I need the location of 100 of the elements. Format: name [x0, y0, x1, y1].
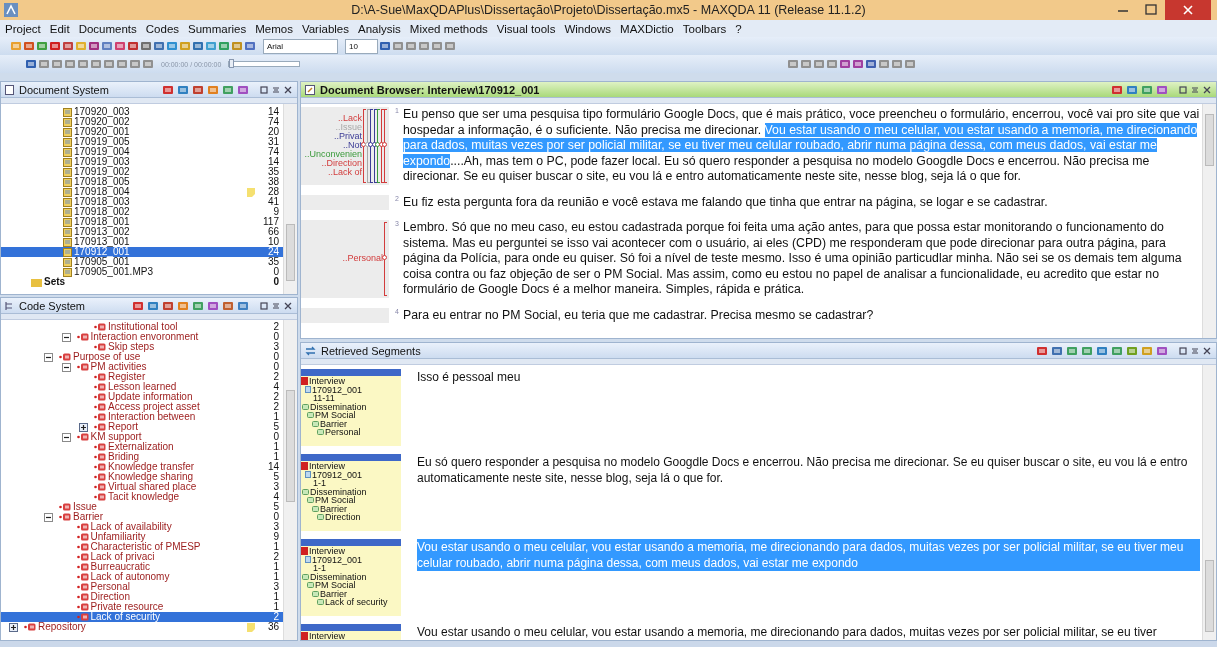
menu-item[interactable]: Windows	[563, 22, 613, 35]
code-stripe[interactable]	[373, 109, 377, 183]
tree-item[interactable]: Interaction envoronment 0	[1, 332, 283, 342]
toolbar-icon[interactable]	[142, 58, 154, 70]
tree-item[interactable]: 170905_001.MP3 0	[1, 267, 283, 277]
toolbar-icon[interactable]	[205, 40, 217, 52]
toolbar-icon[interactable]	[166, 40, 178, 52]
float-icon[interactable]	[260, 301, 268, 310]
tree-item[interactable]: 170918_001 117	[1, 217, 283, 227]
toolbar-icon[interactable]	[38, 58, 50, 70]
toolbar-icon[interactable]	[1126, 344, 1138, 357]
menu-item[interactable]: Toolbars	[681, 22, 728, 35]
tree-item[interactable]: 170918_003 41	[1, 197, 283, 207]
tree-item[interactable]: 170920_003 14	[1, 107, 283, 117]
menu-item[interactable]: MAXDictio	[619, 22, 675, 35]
toolbar-icon[interactable]	[405, 40, 417, 52]
toolbar-icon[interactable]	[90, 58, 102, 70]
font-field[interactable]: Arial	[263, 38, 338, 54]
position-slider[interactable]	[228, 61, 301, 67]
toolbar-icon[interactable]	[222, 299, 234, 312]
toolbar-icon[interactable]	[813, 58, 825, 70]
pin-icon[interactable]	[1191, 346, 1199, 355]
menu-item[interactable]: Memos	[254, 22, 294, 35]
tree-item[interactable]: Direction 1	[1, 592, 283, 602]
toolbar-icon[interactable]	[392, 40, 404, 52]
tree-item[interactable]: 170913_001 10	[1, 237, 283, 247]
tree-item[interactable]: Lack of privaci 2	[1, 552, 283, 562]
pin-icon[interactable]	[272, 85, 280, 94]
code-stripe[interactable]	[370, 109, 373, 183]
tree-item[interactable]: 170919_002 35	[1, 167, 283, 177]
toolbar-icon[interactable]	[444, 40, 456, 52]
toolbar-icon[interactable]	[140, 40, 152, 52]
toolbar-icon[interactable]	[114, 40, 126, 52]
toolbar-icon[interactable]	[192, 83, 204, 96]
menu-item[interactable]: Project	[4, 22, 42, 35]
collapse-icon[interactable]	[61, 362, 71, 372]
toolbar-icon[interactable]	[878, 58, 890, 70]
tree-item[interactable]: 170918_005 38	[1, 177, 283, 187]
tree-item[interactable]: Lack of autonomy 1	[1, 572, 283, 582]
tree-item[interactable]: 170920_001 20	[1, 127, 283, 137]
collapse-icon[interactable]	[61, 332, 71, 342]
toolbar-icon[interactable]	[1036, 344, 1048, 357]
code-stripe[interactable]	[384, 109, 387, 183]
close-icon[interactable]	[1203, 346, 1211, 355]
tree-item[interactable]: Virtual shared place 3	[1, 482, 283, 492]
toolbar-icon[interactable]	[222, 83, 234, 96]
toolbar-icon[interactable]	[101, 40, 113, 52]
toolbar-icon[interactable]	[237, 83, 249, 96]
toolbar-icon[interactable]	[1051, 344, 1063, 357]
expand-icon[interactable]	[9, 622, 18, 632]
code-stripe[interactable]	[384, 222, 387, 296]
tree-item[interactable]: 170918_002 9	[1, 207, 283, 217]
pin-icon[interactable]	[272, 301, 280, 310]
menu-item[interactable]: Analysis	[357, 22, 402, 35]
close-icon[interactable]	[1203, 85, 1211, 94]
toolbar-icon[interactable]	[852, 58, 864, 70]
close-icon[interactable]	[284, 301, 292, 310]
tree-item[interactable]: Burreaucratic 1	[1, 562, 283, 572]
tree-item[interactable]: Knowledge sharing 5	[1, 472, 283, 482]
tree-item[interactable]: Knowledge transfer 14	[1, 462, 283, 472]
float-icon[interactable]	[1179, 85, 1187, 94]
toolbar-icon[interactable]	[51, 58, 63, 70]
float-icon[interactable]	[1179, 346, 1187, 355]
tree-item[interactable]: Skip steps 3	[1, 342, 283, 352]
expand-icon[interactable]	[79, 422, 88, 432]
toolbar-icon[interactable]	[1081, 344, 1093, 357]
tree-item[interactable]: Tacit knowledge 4	[1, 492, 283, 502]
menu-item[interactable]: Variables	[300, 22, 350, 35]
pin-icon[interactable]	[1191, 85, 1199, 94]
toolbar-icon[interactable]	[891, 58, 903, 70]
toolbar-icon[interactable]	[49, 40, 61, 52]
toolbar-icon[interactable]	[207, 83, 219, 96]
tree-item[interactable]: Personal 3	[1, 582, 283, 592]
toolbar-icon[interactable]	[62, 40, 74, 52]
toolbar-icon[interactable]	[244, 40, 256, 52]
toolbar-icon[interactable]	[192, 40, 204, 52]
collapse-icon[interactable]	[61, 432, 71, 442]
scrollbar[interactable]	[283, 104, 297, 294]
menu-item[interactable]: Codes	[144, 22, 181, 35]
tree-item[interactable]: 170919_004 74	[1, 147, 283, 157]
toolbar-icon[interactable]	[1111, 344, 1123, 357]
toolbar-icon[interactable]	[192, 299, 204, 312]
toolbar-icon[interactable]	[1141, 83, 1153, 96]
slider-thumb[interactable]	[229, 59, 235, 68]
toolbar-icon[interactable]	[129, 58, 141, 70]
toolbar-icon[interactable]	[237, 299, 249, 312]
tree-item[interactable]: Lesson learned 4	[1, 382, 283, 392]
toolbar-icon[interactable]	[177, 83, 189, 96]
toolbar-icon[interactable]	[231, 40, 243, 52]
tree-item[interactable]: Register 2	[1, 372, 283, 382]
code-stripe[interactable]	[363, 109, 366, 183]
toolbar-icon[interactable]	[77, 58, 89, 70]
code-stripe[interactable]	[380, 109, 384, 183]
tree-item[interactable]: Lack of availability 3	[1, 522, 283, 532]
collapse-icon[interactable]	[44, 512, 53, 522]
toolbar-icon[interactable]	[431, 40, 443, 52]
tree-item[interactable]: 170919_003 14	[1, 157, 283, 167]
toolbar-icon[interactable]	[103, 58, 115, 70]
menu-item[interactable]: Summaries	[187, 22, 248, 35]
menu-item[interactable]: Mixed methods	[408, 22, 489, 35]
